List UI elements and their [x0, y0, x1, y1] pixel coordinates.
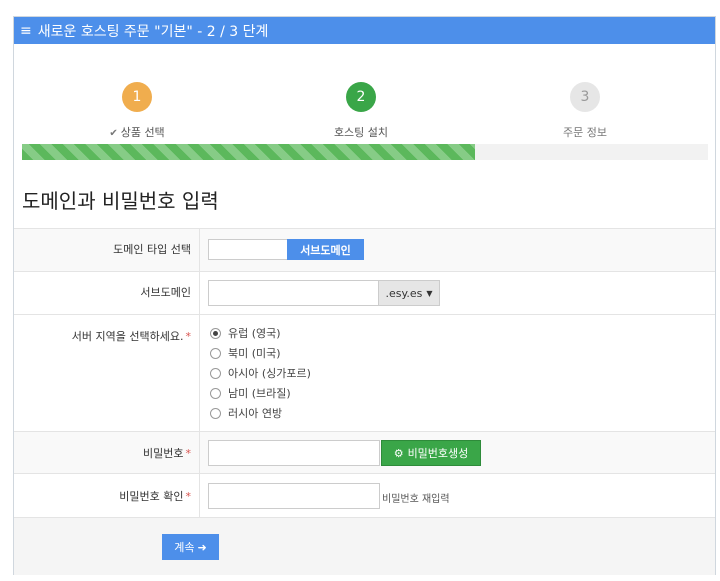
region-option-label: 유럽 (영국)	[228, 327, 281, 340]
gear-icon: ⚙	[393, 446, 404, 460]
menu-icon: ≡	[20, 22, 32, 39]
step-1-number: 1	[122, 82, 152, 112]
subdomain-label: 서브도메인	[14, 272, 200, 314]
panel-header: ≡ 새로운 호스팅 주문 "기본" - 2 / 3 단계	[14, 17, 715, 44]
generate-password-button[interactable]: ⚙ 비밀번호생성	[381, 440, 481, 466]
password-confirm-label: 비밀번호 확인	[119, 490, 184, 503]
radio-button[interactable]	[210, 407, 221, 419]
region-option[interactable]: 유럽 (영국)	[210, 323, 311, 343]
page-title: 새로운 호스팅 주문 "기본" - 2 / 3 단계	[37, 23, 269, 40]
password-field: ⚙ 비밀번호생성	[200, 432, 715, 473]
form-footer: 계속 ➜	[14, 517, 715, 575]
step-3-number: 3	[570, 82, 600, 112]
password-label: 비밀번호	[143, 447, 184, 460]
step-1-label-wrap: ✔ 상품 선택	[77, 124, 197, 140]
continue-label: 계속	[174, 541, 195, 554]
progress-fill	[22, 144, 475, 160]
password-confirm-hint: 비밀번호 재입력	[382, 494, 450, 505]
region-option[interactable]: 아시아 (싱가포르)	[210, 363, 311, 383]
domain-type-spacer	[208, 239, 288, 260]
arrow-right-circle-icon: ➜	[197, 540, 207, 554]
subdomain-row: 서브도메인 .esy.es ▼	[14, 271, 715, 314]
region-option[interactable]: 러시아 연방	[210, 403, 311, 423]
section-title: 도메인과 비밀번호 입력	[22, 189, 219, 213]
continue-button[interactable]: 계속 ➜	[162, 534, 219, 560]
order-panel: ≡ 새로운 호스팅 주문 "기본" - 2 / 3 단계 1 ✔ 상품 선택 2 …	[13, 16, 716, 575]
region-label: 서버 지역을 선택하세요.	[71, 330, 184, 343]
generate-password-label: 비밀번호생성	[407, 447, 469, 460]
region-option[interactable]: 북미 (미국)	[210, 343, 311, 363]
region-option[interactable]: 남미 (브라질)	[210, 383, 311, 403]
password-row: 비밀번호 * ⚙ 비밀번호생성	[14, 431, 715, 473]
domain-type-field: 서브도메인	[200, 229, 715, 271]
radio-button[interactable]	[210, 347, 221, 359]
step-1-label: 상품 선택	[120, 126, 165, 139]
region-label-wrap: 서버 지역을 선택하세요. *	[14, 315, 200, 431]
password-confirm-input[interactable]	[208, 483, 380, 509]
caret-down-icon: ▼	[426, 288, 433, 298]
required-mark: *	[185, 330, 192, 343]
region-radio-list: 유럽 (영국) 북미 (미국) 아시아 (싱가포르) 남미 (브라질) 러시아 …	[210, 323, 311, 423]
radio-button[interactable]	[210, 387, 221, 399]
region-option-label: 아시아 (싱가포르)	[228, 367, 311, 380]
domain-suffix-dropdown[interactable]: .esy.es ▼	[378, 280, 440, 306]
order-form: 도메인 타입 선택 서브도메인 서브도메인 .esy.es ▼ 서버 지역을 선…	[14, 228, 715, 517]
subdomain-input[interactable]	[208, 280, 380, 306]
subdomain-field: .esy.es ▼	[200, 272, 715, 314]
check-icon: ✔	[109, 128, 118, 139]
required-mark: *	[185, 447, 192, 460]
progress-bar	[22, 144, 708, 160]
domain-type-row: 도메인 타입 선택 서브도메인	[14, 228, 715, 271]
subdomain-type-button[interactable]: 서브도메인	[287, 239, 364, 260]
step-indicator: 1 ✔ 상품 선택 2 호스팅 설치 3 주문 정보	[14, 44, 715, 144]
domain-type-label: 도메인 타입 선택	[14, 229, 200, 271]
password-confirm-label-wrap: 비밀번호 확인 *	[14, 474, 200, 517]
required-mark: *	[185, 490, 192, 503]
step-3-label: 주문 정보	[563, 126, 607, 139]
region-field: 유럽 (영국) 북미 (미국) 아시아 (싱가포르) 남미 (브라질) 러시아 …	[200, 315, 715, 431]
radio-button[interactable]	[210, 367, 221, 379]
step-2-label: 호스팅 설치	[333, 126, 389, 139]
region-option-label: 북미 (미국)	[228, 347, 281, 360]
step-2-number: 2	[346, 82, 376, 112]
domain-suffix-label: .esy.es	[385, 286, 423, 300]
radio-button[interactable]	[210, 327, 221, 339]
region-row: 서버 지역을 선택하세요. * 유럽 (영국) 북미 (미국) 아시아 (싱가포르…	[14, 314, 715, 431]
region-option-label: 러시아 연방	[228, 407, 283, 420]
region-option-label: 남미 (브라질)	[228, 387, 291, 400]
password-input[interactable]	[208, 440, 380, 466]
password-confirm-field: 비밀번호 재입력	[200, 474, 715, 517]
password-label-wrap: 비밀번호 *	[14, 432, 200, 473]
password-confirm-row: 비밀번호 확인 * 비밀번호 재입력	[14, 473, 715, 517]
